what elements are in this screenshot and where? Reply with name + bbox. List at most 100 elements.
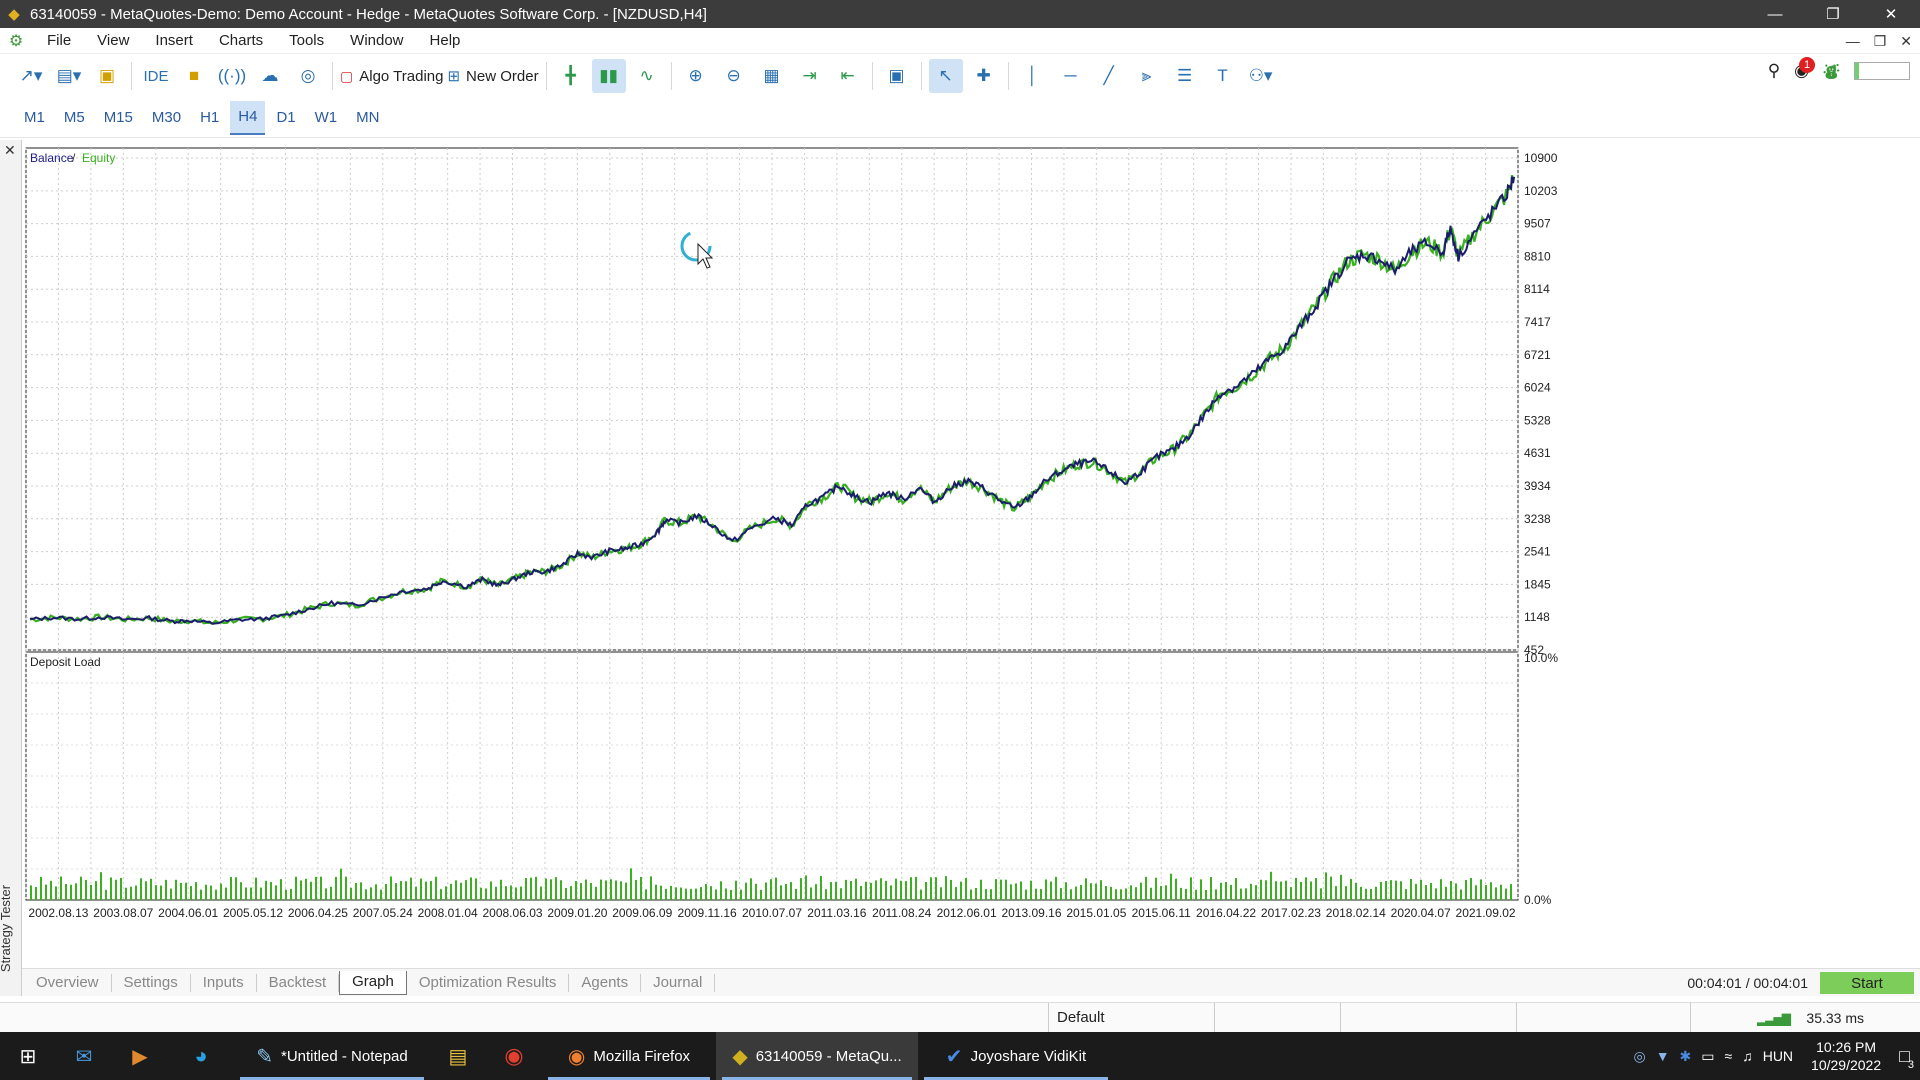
horizontal-line-icon[interactable]: ─ <box>1054 59 1088 93</box>
child-restore-button[interactable]: ❐ <box>1874 33 1887 50</box>
autoscroll-icon[interactable]: ⇥ <box>793 59 827 93</box>
language-indicator[interactable]: HUN <box>1763 1048 1793 1064</box>
ide-button[interactable]: IDE <box>139 59 173 93</box>
grid-icon[interactable]: ▦ <box>755 59 789 93</box>
menu-file[interactable]: File <box>34 30 84 52</box>
timeframe-mn[interactable]: MN <box>348 101 387 135</box>
search-icon[interactable]: ⚲ <box>1768 61 1780 81</box>
tray-app-icon[interactable]: ◎ <box>1633 1048 1645 1065</box>
tab-inputs[interactable]: Inputs <box>191 973 257 992</box>
trendline-icon[interactable]: ╱ <box>1092 59 1126 93</box>
zoom-in-icon[interactable]: ⊕ <box>679 59 713 93</box>
vps-cloud-icon[interactable]: ☁ <box>253 59 287 93</box>
zoom-out-icon[interactable]: ⊖ <box>717 59 751 93</box>
timeframe-m1[interactable]: M1 <box>16 101 53 135</box>
taskbar-firefox[interactable]: ◉ Mozilla Firefox <box>542 1032 716 1080</box>
tab-optimization-results[interactable]: Optimization Results <box>407 973 570 992</box>
tab-backtest[interactable]: Backtest <box>257 973 340 992</box>
deposit-load-bar <box>660 885 662 900</box>
chart-shift-icon[interactable]: ⇤ <box>831 59 865 93</box>
menu-insert[interactable]: Insert <box>142 30 206 52</box>
tab-settings[interactable]: Settings <box>112 973 191 992</box>
timeframe-w1[interactable]: W1 <box>307 101 346 135</box>
tray-shield-icon[interactable]: ▼ <box>1656 1048 1670 1064</box>
battery-icon[interactable]: ▭ <box>1701 1048 1714 1065</box>
signals-icon[interactable]: ((·)) <box>215 59 249 93</box>
account-status-icon[interactable]: ⛇ <box>1823 58 1840 84</box>
restore-button[interactable]: ❐ <box>1804 0 1862 28</box>
algo-trading-button[interactable]: ▢ Algo Trading <box>340 59 443 93</box>
action-center-icon[interactable]: □ 3 <box>1899 1046 1914 1071</box>
bar-chart-icon[interactable]: ╋ <box>554 59 588 93</box>
status-cell <box>1516 1003 1690 1033</box>
chart-type-dropdown[interactable]: ↗▾ <box>14 59 48 93</box>
new-order-button[interactable]: ⊞ New Order <box>447 59 538 93</box>
cursor-icon[interactable]: ↖ <box>928 59 963 93</box>
tab-agents[interactable]: Agents <box>569 973 642 992</box>
taskbar-firefox-label: Mozilla Firefox <box>593 1047 691 1065</box>
timeframe-m5[interactable]: M5 <box>56 101 93 135</box>
chrome-icon[interactable]: ◉ <box>486 1032 542 1080</box>
channel-icon[interactable]: ⫸ <box>1130 59 1164 93</box>
menu-help[interactable]: Help <box>417 30 474 52</box>
menu-tools[interactable]: Tools <box>276 30 337 52</box>
start-button[interactable]: Start <box>1820 972 1914 994</box>
deposit-load-bar <box>980 879 982 900</box>
deposit-load-bar <box>565 888 567 900</box>
crosshair-icon[interactable]: ✚ <box>967 59 1001 93</box>
candlestick-icon[interactable]: ▮▮ <box>591 59 626 93</box>
shapes-dropdown-icon[interactable]: ⚇▾ <box>1244 59 1278 93</box>
media-player-icon[interactable]: ▶ <box>112 1032 168 1080</box>
deposit-load-bar <box>700 887 702 900</box>
market-bag-icon[interactable]: ■ <box>177 59 211 93</box>
child-minimize-button[interactable]: — <box>1846 33 1860 49</box>
tab-graph[interactable]: Graph <box>339 970 407 995</box>
x-tick-label: 2021.09.02 <box>1456 906 1516 920</box>
notifications-icon[interactable]: ◉1 <box>1794 57 1815 81</box>
text-tool-icon[interactable]: T <box>1206 59 1240 93</box>
bluetooth-icon[interactable]: ✱ <box>1680 1048 1692 1065</box>
line-chart-icon[interactable]: ∿ <box>630 59 664 93</box>
file-explorer-icon[interactable]: ▤ <box>430 1032 486 1080</box>
deposit-load-bar <box>140 878 142 900</box>
deposit-load-bar <box>1115 889 1117 900</box>
timeframe-h4[interactable]: H4 <box>230 100 266 135</box>
close-button[interactable]: ✕ <box>1862 0 1920 28</box>
market-icon[interactable]: ▣ <box>90 59 124 93</box>
deposit-load-bar <box>585 879 587 900</box>
child-close-button[interactable]: ✕ <box>1900 33 1912 50</box>
status-cell <box>1690 1003 1920 1033</box>
menu-view[interactable]: View <box>84 30 142 52</box>
deposit-load-bar <box>1285 880 1287 900</box>
menu-window[interactable]: Window <box>337 30 416 52</box>
fibonacci-icon[interactable]: ☰ <box>1168 59 1202 93</box>
elapsed-time: 00:04:01 / 00:04:01 <box>1687 974 1808 991</box>
close-tester-icon[interactable]: ✕ <box>4 142 16 159</box>
chart-window-icon[interactable]: ⚙ <box>4 31 28 51</box>
timeframe-d1[interactable]: D1 <box>268 101 303 135</box>
screenshot-icon[interactable]: ▣ <box>880 59 914 93</box>
mail-icon[interactable]: ✉ <box>56 1032 112 1080</box>
wifi-icon[interactable]: ≈ <box>1725 1048 1733 1064</box>
vertical-line-icon[interactable]: │ <box>1016 59 1050 93</box>
taskbar-metatrader[interactable]: ◆ 63140059 - MetaQu... <box>716 1032 918 1080</box>
minimize-button[interactable]: — <box>1746 0 1804 28</box>
timeframe-m30[interactable]: M30 <box>144 101 189 135</box>
x-tick-label: 2011.03.16 <box>807 906 866 920</box>
tab-overview[interactable]: Overview <box>24 973 112 992</box>
menu-charts[interactable]: Charts <box>206 30 276 52</box>
community-icon[interactable]: ◎ <box>291 59 325 93</box>
new-chart-dropdown[interactable]: ▤▾ <box>52 59 86 93</box>
timeframe-m15[interactable]: M15 <box>96 101 141 135</box>
deposit-load-bar <box>1180 887 1182 900</box>
taskbar-notepad[interactable]: ✎ *Untitled - Notepad <box>234 1032 430 1080</box>
volume-icon[interactable]: ♫ <box>1742 1048 1753 1064</box>
start-windows-icon[interactable]: ⊞ <box>0 1032 56 1080</box>
deposit-load-bar <box>280 879 282 900</box>
clock[interactable]: 10:26 PM 10/29/2022 <box>1811 1038 1881 1074</box>
edge-icon[interactable]: ◕ <box>168 1032 234 1080</box>
tab-journal[interactable]: Journal <box>641 973 716 992</box>
timeframe-h1[interactable]: H1 <box>192 101 227 135</box>
deposit-load-bar <box>575 881 577 900</box>
taskbar-vidikit[interactable]: ✔ Joyoshare VidiKit <box>918 1032 1114 1080</box>
